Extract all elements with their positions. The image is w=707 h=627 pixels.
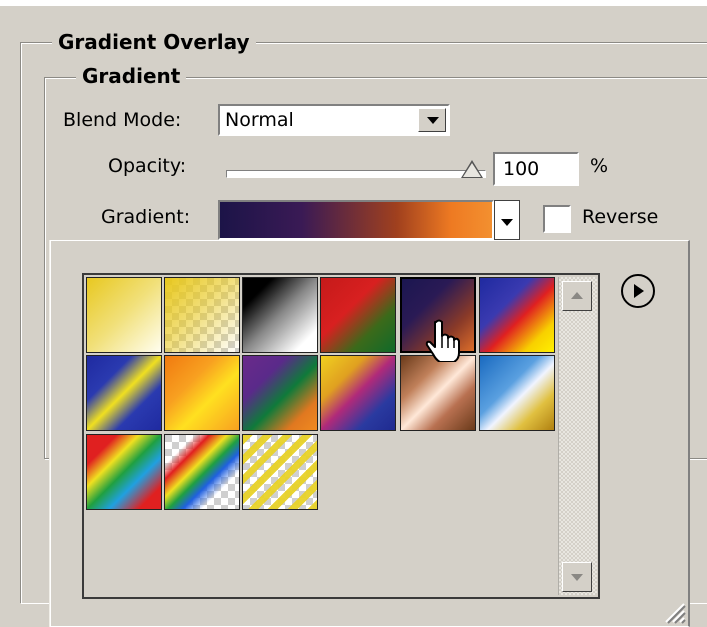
hand-cursor-icon bbox=[425, 319, 460, 362]
scroll-down-button[interactable] bbox=[562, 562, 592, 592]
layer-style-dialog: Gradient Overlay Gradient Blend Mode: No… bbox=[0, 0, 707, 627]
gradient-swatch[interactable] bbox=[164, 434, 240, 510]
blend-mode-dropdown-button[interactable] bbox=[418, 108, 446, 132]
opacity-slider-thumb[interactable] bbox=[461, 160, 483, 178]
gradient-label: Gradient: bbox=[101, 206, 191, 228]
gradient-swatch[interactable] bbox=[86, 355, 162, 431]
group-title: Gradient Overlay bbox=[52, 30, 256, 54]
resize-grip-icon[interactable] bbox=[660, 598, 686, 624]
blend-mode-select[interactable]: Normal bbox=[218, 104, 450, 136]
gradient-swatch[interactable] bbox=[86, 434, 162, 510]
scroll-up-button[interactable] bbox=[562, 281, 592, 311]
opacity-input[interactable]: 100 bbox=[493, 152, 579, 186]
chevron-down-icon bbox=[571, 574, 583, 581]
gradient-swatch[interactable] bbox=[86, 277, 162, 353]
gradient-dropdown-button[interactable] bbox=[494, 200, 520, 240]
picker-menu-button[interactable] bbox=[621, 274, 655, 308]
chevron-up-icon bbox=[571, 292, 583, 299]
opacity-label: Opacity: bbox=[108, 155, 187, 177]
reverse-label: Reverse bbox=[582, 206, 659, 228]
gradient-swatch[interactable] bbox=[479, 355, 555, 431]
gradient-swatch[interactable] bbox=[242, 277, 318, 353]
chevron-down-icon bbox=[501, 219, 513, 226]
opacity-unit: % bbox=[590, 155, 609, 177]
opacity-slider-track[interactable] bbox=[226, 170, 486, 178]
gradient-swatch[interactable] bbox=[164, 277, 240, 353]
top-edge bbox=[0, 0, 707, 6]
gradient-swatch[interactable] bbox=[320, 355, 396, 431]
reverse-checkbox[interactable] bbox=[543, 205, 571, 233]
swatch-scrollbar[interactable] bbox=[558, 277, 597, 595]
gradient-swatch[interactable] bbox=[479, 277, 555, 353]
blend-mode-label: Blend Mode: bbox=[63, 109, 182, 131]
chevron-down-icon bbox=[427, 117, 439, 124]
blend-mode-value: Normal bbox=[225, 109, 294, 131]
subgroup-title: Gradient bbox=[76, 64, 187, 88]
gradient-swatch[interactable] bbox=[320, 277, 396, 353]
gradient-swatch[interactable] bbox=[242, 355, 318, 431]
gradient-swatch[interactable] bbox=[242, 434, 318, 510]
play-circle-icon bbox=[634, 284, 644, 298]
gradient-preview[interactable] bbox=[218, 200, 494, 240]
gradient-swatch[interactable] bbox=[164, 355, 240, 431]
gradient-swatch[interactable] bbox=[400, 355, 476, 431]
